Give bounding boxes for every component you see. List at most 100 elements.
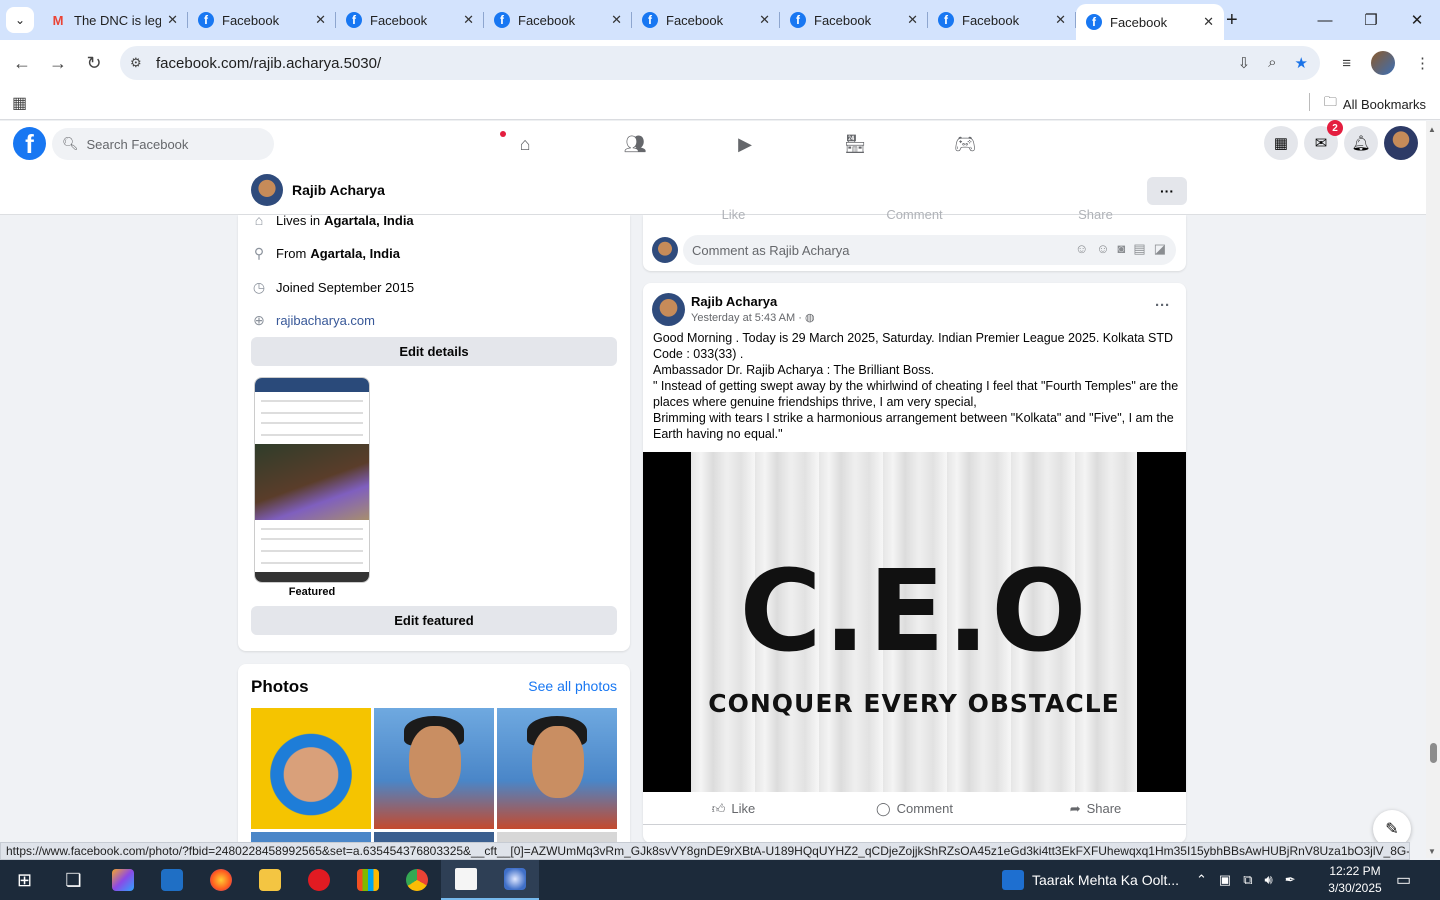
photo-thumbnail[interactable] xyxy=(374,708,494,829)
media-controls-icon[interactable]: ≡ xyxy=(1342,55,1351,72)
intro-lives-place[interactable]: Agartala, India xyxy=(324,213,414,228)
photo-thumbnail[interactable] xyxy=(497,708,617,829)
comment-input[interactable]: Comment as Rajib Acharya ☺ ☺ ◙ ▤ ◪ xyxy=(683,235,1176,265)
browser-tab[interactable]: f Facebook ✕ xyxy=(632,4,780,36)
menu-grid-icon[interactable]: ▦ xyxy=(1264,126,1298,160)
pen-icon[interactable]: ✒ xyxy=(1285,872,1296,888)
browser-tab[interactable]: f Facebook ✕ xyxy=(484,4,632,36)
messenger-icon[interactable]: ✉ 2 xyxy=(1304,120,1343,160)
post-author-name[interactable]: Rajib Acharya xyxy=(691,294,777,309)
share-button[interactable]: Share xyxy=(1005,207,1186,222)
address-bar[interactable]: ⚙ facebook.com/rajib.acharya.5030/ ⇩ ⌕ ★ xyxy=(120,46,1320,80)
facebook-logo-icon[interactable]: f xyxy=(13,127,46,160)
site-info-icon[interactable]: ⚙ xyxy=(130,55,148,71)
gif-icon[interactable]: ▤ xyxy=(1133,241,1145,257)
post-author-avatar[interactable] xyxy=(652,293,685,326)
close-icon[interactable]: ✕ xyxy=(1203,14,1214,30)
website-link[interactable]: rajibacharya.com xyxy=(276,313,375,328)
browser-tab-active[interactable]: f Facebook ✕ xyxy=(1076,4,1224,40)
photo-thumbnail[interactable] xyxy=(251,708,371,829)
chevron-up-icon[interactable]: ⌃ xyxy=(1196,872,1207,888)
tab-search-button[interactable]: ⌄ xyxy=(6,7,34,33)
post-timestamp[interactable]: Yesterday at 5:43 AM xyxy=(691,312,795,324)
comment-button[interactable]: ◯ Comment xyxy=(824,793,1005,824)
firefox-icon[interactable] xyxy=(196,860,245,900)
friends-icon[interactable]: 👥︎ xyxy=(580,129,690,159)
post-options-icon[interactable]: ··· xyxy=(1155,297,1170,314)
featured-item[interactable] xyxy=(254,377,370,583)
close-window-icon[interactable]: ✕ xyxy=(1394,0,1440,40)
browser-tab[interactable]: M The DNC is leg ✕ xyxy=(40,4,188,36)
forward-icon[interactable]: → xyxy=(46,51,70,75)
volume-icon[interactable]: 🔊︎ xyxy=(1265,872,1273,888)
comment-button[interactable]: Comment xyxy=(824,207,1005,222)
commenter-avatar[interactable] xyxy=(652,237,678,263)
profile-avatar[interactable] xyxy=(251,174,283,206)
action-center-icon[interactable]: ▭ xyxy=(1396,870,1411,890)
post-image[interactable]: C.E.O CONQUER EVERY OBSTACLE xyxy=(643,452,1186,792)
taskbar-clock[interactable]: 12:22 PM 3/30/2025 xyxy=(1322,863,1388,897)
notepad-icon[interactable] xyxy=(441,860,490,900)
reload-icon[interactable]: ↻ xyxy=(82,51,106,75)
app-icon[interactable] xyxy=(147,860,196,900)
page-scrollbar[interactable]: ▲ ▼ xyxy=(1426,121,1440,858)
edit-details-button[interactable]: Edit details xyxy=(251,337,617,366)
notifications-bell-icon[interactable]: 🔔︎ xyxy=(1344,126,1378,160)
like-button[interactable]: Like xyxy=(643,207,824,222)
close-icon[interactable]: ✕ xyxy=(1055,12,1066,28)
emoji-icon[interactable]: ☺ xyxy=(1096,241,1109,257)
meet-now-icon[interactable]: ▣ xyxy=(1219,872,1231,888)
close-icon[interactable]: ✕ xyxy=(315,12,326,28)
chrome-icon[interactable] xyxy=(392,860,441,900)
like-button[interactable]: 👍︎ Like xyxy=(643,793,824,824)
close-icon[interactable]: ✕ xyxy=(167,12,178,28)
close-icon[interactable]: ✕ xyxy=(463,12,474,28)
browser-tab[interactable]: f Facebook ✕ xyxy=(188,4,336,36)
photos-title[interactable]: Photos xyxy=(251,677,309,697)
browser-tab[interactable]: f Facebook ✕ xyxy=(780,4,928,36)
camera-icon[interactable]: ◙ xyxy=(1118,241,1126,257)
menu-icon[interactable]: ⋮ xyxy=(1415,54,1430,72)
new-tab-button[interactable]: + xyxy=(1226,9,1238,32)
facebook-search-input[interactable]: 🔍︎ Search Facebook xyxy=(52,128,274,160)
intro-from-place[interactable]: Agartala, India xyxy=(310,246,400,261)
browser-profile-avatar[interactable] xyxy=(1371,51,1395,75)
close-icon[interactable]: ✕ xyxy=(907,12,918,28)
edit-featured-button[interactable]: Edit featured xyxy=(251,606,617,635)
video-icon[interactable]: ▶ xyxy=(690,129,800,159)
maximize-icon[interactable]: ❐ xyxy=(1348,0,1394,40)
apps-grid-icon[interactable]: ▦ xyxy=(12,93,27,113)
opera-icon[interactable] xyxy=(294,860,343,900)
marketplace-icon[interactable]: 🏪︎ xyxy=(800,129,910,159)
profile-name[interactable]: Rajib Acharya xyxy=(292,182,385,198)
app-running-icon[interactable] xyxy=(490,860,539,900)
home-icon[interactable]: ⌂ xyxy=(470,129,580,159)
scroll-down-icon[interactable]: ▼ xyxy=(1428,847,1436,856)
windows-start-icon[interactable]: ⊞ xyxy=(0,860,49,900)
close-icon[interactable]: ✕ xyxy=(759,12,770,28)
task-view-icon[interactable]: ❏ xyxy=(49,860,98,900)
url-text[interactable]: facebook.com/rajib.acharya.5030/ xyxy=(156,55,381,72)
account-avatar[interactable] xyxy=(1384,126,1418,160)
avatar-sticker-icon[interactable]: ☺ xyxy=(1075,241,1088,257)
zoom-icon[interactable]: ⌕ xyxy=(1268,54,1276,72)
close-icon[interactable]: ✕ xyxy=(611,12,622,28)
back-icon[interactable]: ← xyxy=(10,51,34,75)
browser-tab[interactable]: f Facebook ✕ xyxy=(336,4,484,36)
sticker-icon[interactable]: ◪ xyxy=(1154,241,1166,257)
see-all-photos-link[interactable]: See all photos xyxy=(528,678,617,694)
all-bookmarks-button[interactable]: 🗀 All Bookmarks xyxy=(1324,93,1426,115)
share-button[interactable]: ➦ Share xyxy=(1005,793,1186,824)
scroll-up-icon[interactable]: ▲ xyxy=(1428,125,1436,134)
file-explorer-icon[interactable] xyxy=(245,860,294,900)
profile-more-button[interactable]: ··· xyxy=(1147,177,1187,205)
minimize-icon[interactable]: — xyxy=(1302,0,1348,40)
scrollbar-thumb[interactable] xyxy=(1430,743,1437,763)
microsoft-store-icon[interactable] xyxy=(343,860,392,900)
copilot-icon[interactable] xyxy=(98,860,147,900)
browser-tab[interactable]: f Facebook ✕ xyxy=(928,4,1076,36)
network-icon[interactable]: ⧉ xyxy=(1243,872,1252,888)
install-app-icon[interactable]: ⇩ xyxy=(1238,54,1251,72)
bookmark-star-icon[interactable]: ★ xyxy=(1295,54,1308,72)
gaming-icon[interactable]: 🎮︎ xyxy=(910,129,1020,159)
